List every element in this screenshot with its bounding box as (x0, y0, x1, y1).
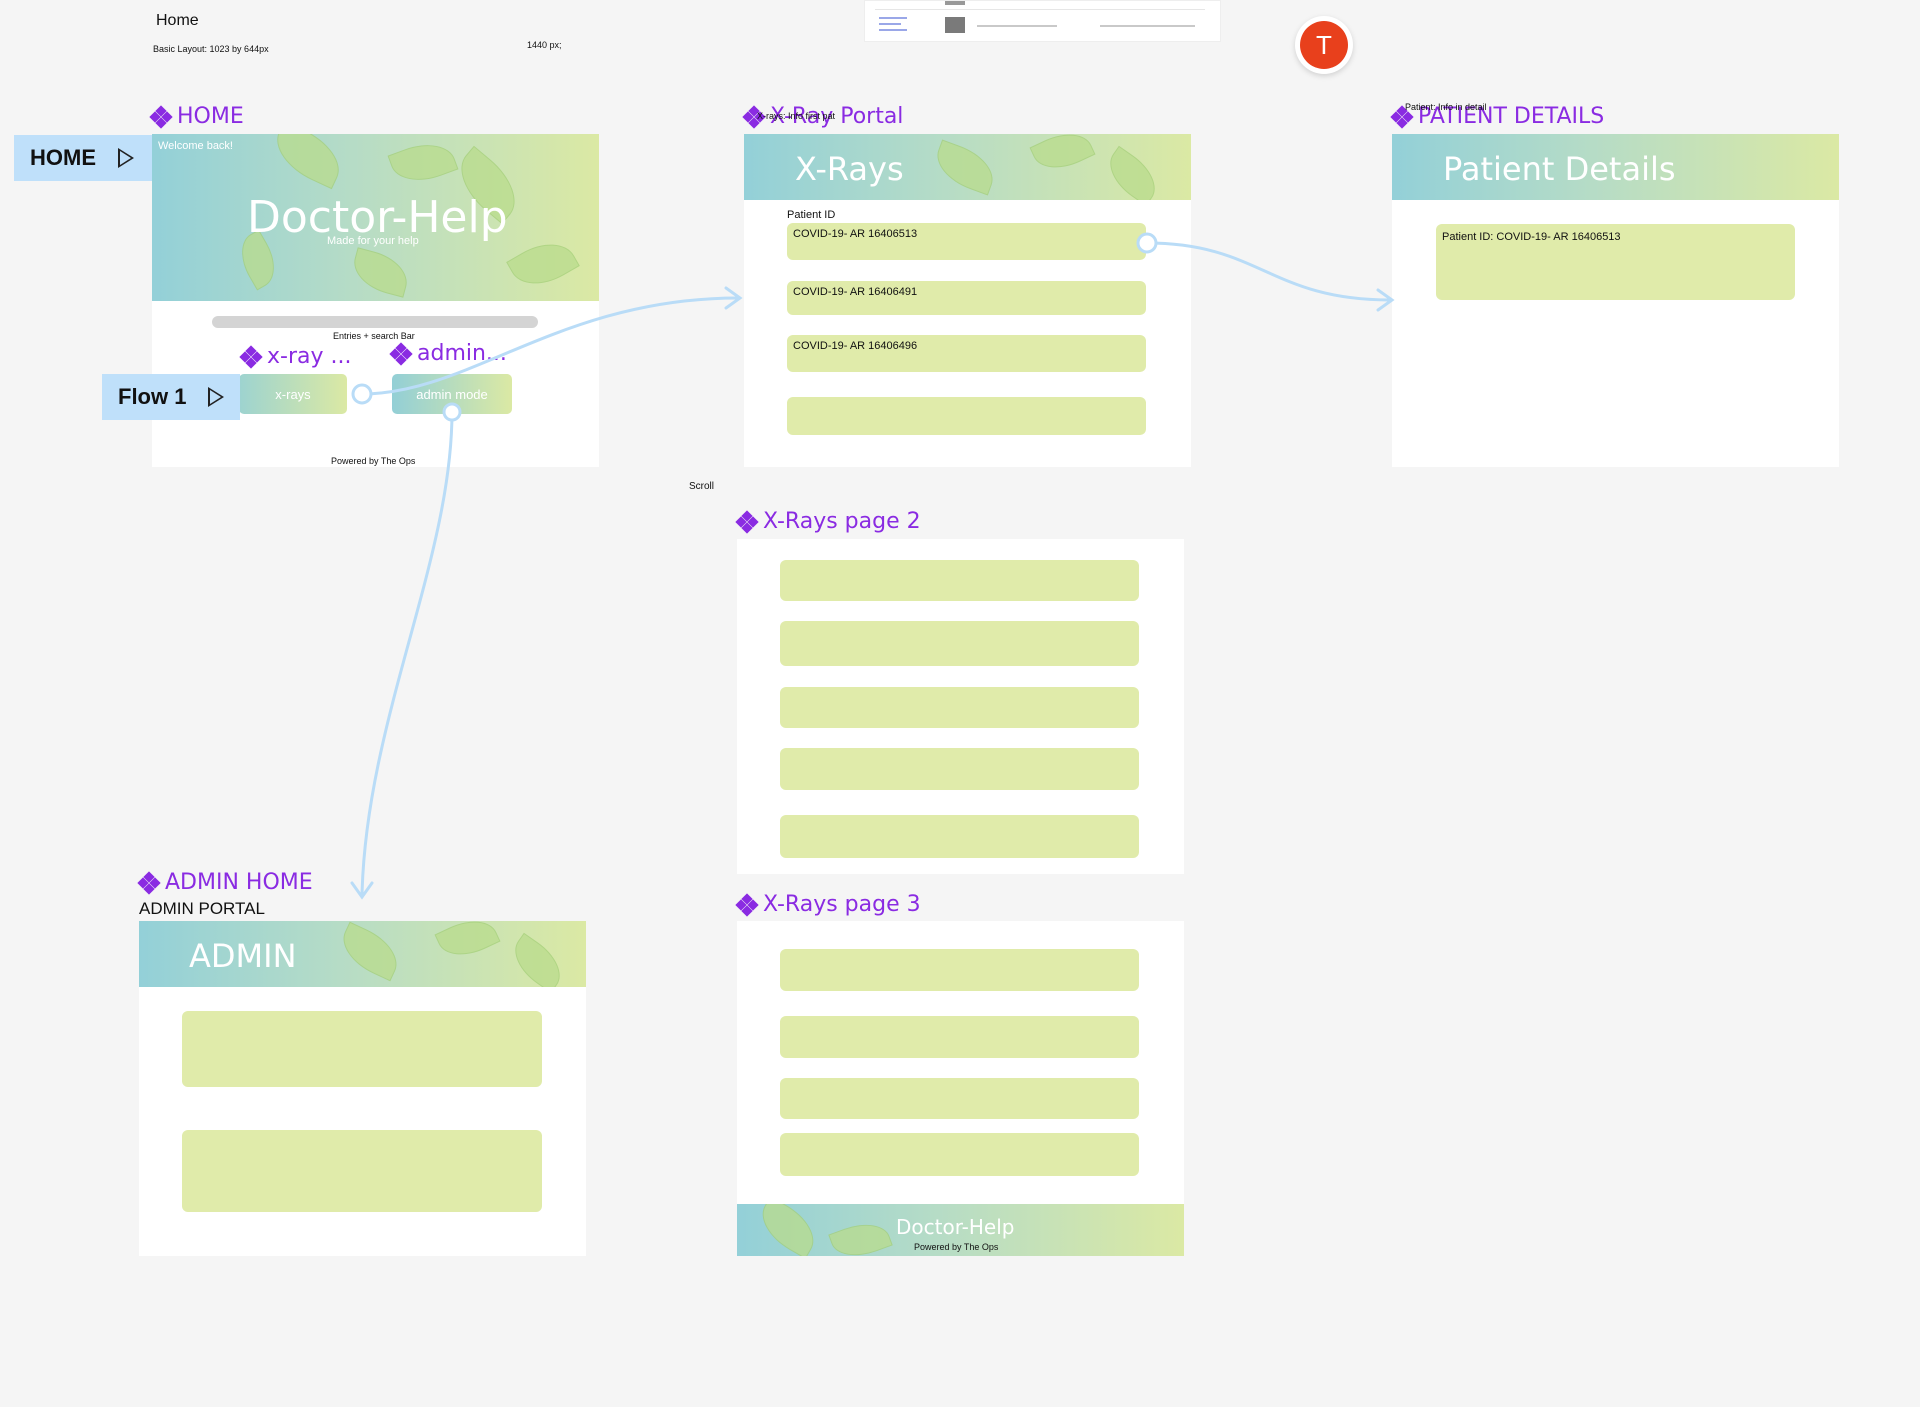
connector-xrays-to-portal (361, 296, 739, 396)
connector-row-to-details (1146, 241, 1391, 302)
prototype-connectors (350, 232, 1395, 900)
connector-handle (351, 383, 373, 405)
connector-handle (442, 402, 462, 422)
connector-admin-to-admin-home (360, 411, 454, 896)
connector-handle (1136, 232, 1158, 254)
